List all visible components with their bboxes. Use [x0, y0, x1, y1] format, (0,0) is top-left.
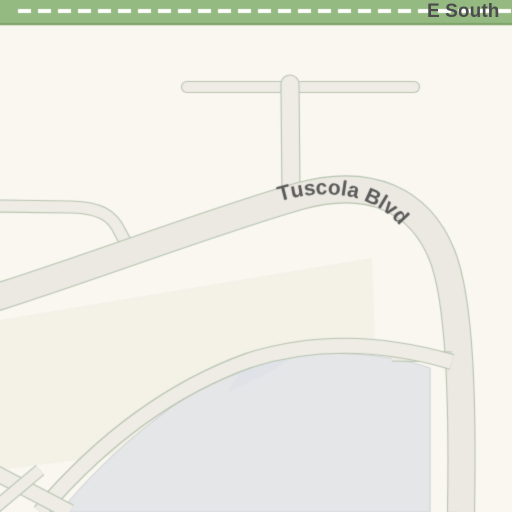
map-viewport[interactable]: E South: [0, 0, 512, 512]
map-canvas[interactable]: [0, 0, 512, 512]
